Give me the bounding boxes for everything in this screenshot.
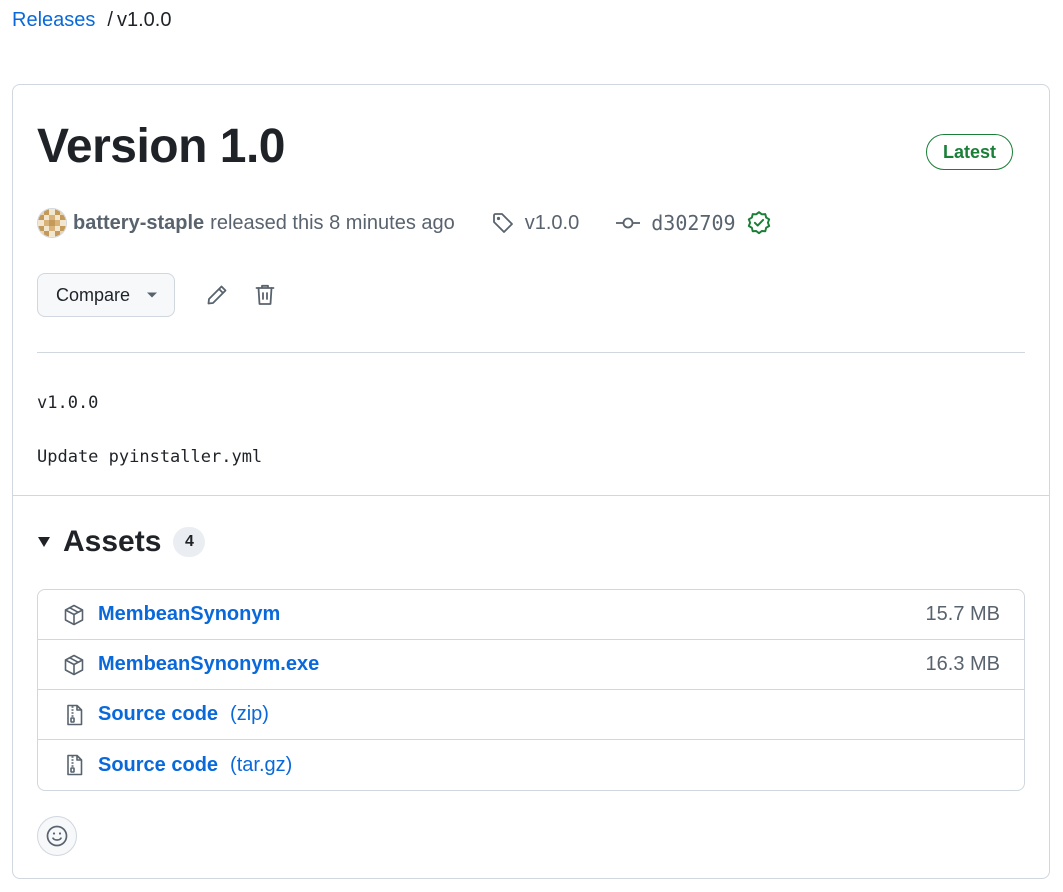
verified-icon[interactable] [746, 210, 772, 236]
avatar[interactable] [37, 208, 67, 238]
asset-row: MembeanSynonym.exe 16.3 MB [38, 640, 1024, 690]
release-title: Version 1.0 [37, 120, 285, 173]
pencil-icon [207, 285, 227, 305]
package-icon [62, 653, 86, 677]
assets-count-badge: 4 [173, 527, 206, 557]
released-text: released this 8 minutes ago [210, 211, 455, 234]
asset-size: 16.3 MB [925, 653, 1000, 675]
git-commit-icon [616, 217, 641, 229]
assets-heading: Assets [63, 525, 162, 558]
smiley-icon [46, 825, 68, 847]
breadcrumb-separator: / [107, 9, 113, 31]
asset-row: Source code (zip) [38, 690, 1024, 740]
release-meta: battery-staple released this 8 minutes a… [37, 205, 772, 241]
release-notes-line: Update pyinstaller.yml [37, 447, 263, 467]
delete-button[interactable] [247, 277, 283, 313]
tag-icon [492, 213, 513, 233]
file-zip-icon [62, 753, 86, 777]
package-icon [62, 603, 86, 627]
assets-toggle[interactable]: Assets 4 [37, 525, 206, 559]
asset-size: 15.7 MB [925, 603, 1000, 625]
asset-format[interactable]: (zip) [230, 703, 269, 726]
asset-link[interactable]: MembeanSynonym [98, 603, 280, 626]
chevron-down-icon [146, 291, 158, 299]
edit-button[interactable] [199, 277, 235, 313]
divider [37, 352, 1025, 353]
author-link[interactable]: battery-staple [73, 212, 204, 235]
commit-sha: d302709 [651, 211, 736, 235]
asset-link[interactable]: Source code [98, 703, 218, 726]
breadcrumb-releases-link[interactable]: Releases [12, 6, 95, 34]
compare-label: Compare [56, 284, 131, 305]
latest-badge: Latest [925, 134, 1013, 170]
release-notes: v1.0.0 Update pyinstaller.yml [37, 393, 262, 467]
tag-link[interactable]: v1.0.0 [491, 211, 579, 235]
trash-icon [255, 284, 275, 305]
release-actions: Compare [37, 273, 283, 317]
divider [13, 495, 1049, 496]
assets-list: MembeanSynonym 15.7 MB MembeanSynonym.ex… [37, 589, 1025, 791]
compare-button[interactable]: Compare [37, 273, 176, 317]
asset-link[interactable]: Source code [98, 754, 218, 777]
file-zip-icon [62, 703, 86, 727]
asset-row: MembeanSynonym 15.7 MB [38, 590, 1024, 640]
asset-format[interactable]: (tar.gz) [230, 754, 292, 777]
tag-label: v1.0.0 [524, 211, 580, 234]
commit-link[interactable]: d302709 [615, 211, 736, 235]
asset-row: Source code (tar.gz) [38, 740, 1024, 790]
release-card: Version 1.0 Latest battery-staple releas… [12, 84, 1050, 879]
triangle-down-icon [37, 536, 51, 548]
breadcrumb: Releases / v1.0.0 [12, 6, 171, 34]
release-notes-line: v1.0.0 [37, 393, 99, 413]
breadcrumb-current: v1.0.0 [116, 9, 172, 31]
add-reaction-button[interactable] [37, 816, 77, 856]
asset-link[interactable]: MembeanSynonym.exe [98, 653, 319, 676]
